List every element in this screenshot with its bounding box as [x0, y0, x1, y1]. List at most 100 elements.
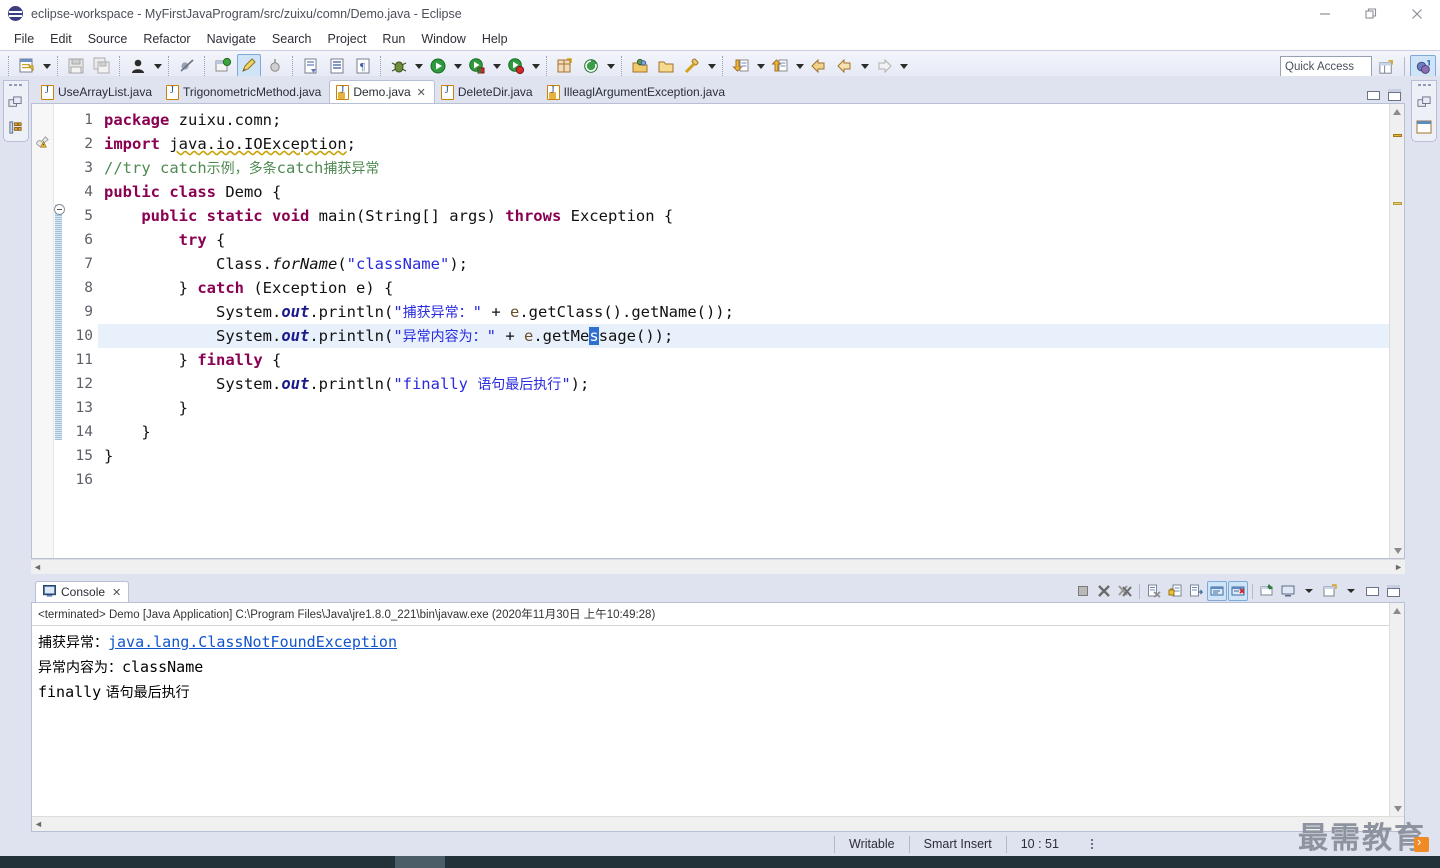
clear-console-icon[interactable]: [1144, 581, 1164, 601]
terminate-icon[interactable]: [1073, 581, 1093, 601]
highlight-icon[interactable]: [237, 54, 261, 78]
minimize-icon[interactable]: [1362, 581, 1382, 601]
console-line-2[interactable]: 异常内容为：className: [38, 655, 1404, 680]
console-horizontal-scrollbar[interactable]: ◄: [32, 816, 1404, 831]
new-wizard-icon[interactable]: [15, 54, 39, 78]
user-icon[interactable]: [126, 54, 150, 78]
code-line-7[interactable]: Class.forName("className");: [98, 252, 1389, 276]
status-drag-handle[interactable]: [1090, 839, 1093, 849]
menu-navigate[interactable]: Navigate: [199, 30, 264, 48]
coverage-dropdown[interactable]: [529, 54, 542, 78]
open-perspective-icon[interactable]: [628, 54, 652, 78]
forward-icon[interactable]: [872, 54, 896, 78]
code-line-8[interactable]: } catch (Exception e) {: [98, 276, 1389, 300]
save-all-icon[interactable]: [90, 54, 114, 78]
code-line-12[interactable]: System.out.println("finally 语句最后执行");: [98, 372, 1389, 396]
run-dropdown[interactable]: [451, 54, 464, 78]
back-dropdown[interactable]: [858, 54, 871, 78]
close-icon[interactable]: ✕: [417, 86, 426, 99]
warning-marker-icon[interactable]: [35, 134, 50, 149]
editor-body[interactable]: 1 2 3 4 5 6 7 8 9 10 11 12 13 14 15 16 p…: [31, 103, 1405, 559]
remove-all-launches-icon[interactable]: [1115, 581, 1135, 601]
display-selected-console-dropdown[interactable]: [1299, 581, 1319, 601]
code-line-1[interactable]: package zuixu.comn;: [98, 108, 1389, 132]
back-icon[interactable]: [807, 54, 831, 78]
editor-marker-bar[interactable]: [32, 104, 54, 558]
console-line-1[interactable]: 捕获异常：java.lang.ClassNotFoundException: [38, 630, 1404, 655]
scroll-right-icon[interactable]: ►: [1394, 562, 1403, 572]
previous-annotation-icon[interactable]: [768, 54, 792, 78]
code-line-14[interactable]: }: [98, 420, 1389, 444]
minimize-icon[interactable]: [1302, 0, 1348, 28]
restore-view-icon[interactable]: [7, 94, 25, 112]
scroll-left-icon[interactable]: ◄: [33, 562, 42, 572]
new-class-icon[interactable]: [579, 54, 603, 78]
maximize-icon[interactable]: [1383, 581, 1403, 601]
editor-folding-strip[interactable]: [54, 104, 65, 558]
word-wrap-icon[interactable]: [1186, 581, 1206, 601]
new-java-package-icon[interactable]: [211, 54, 235, 78]
code-line-4[interactable]: public class Demo {: [98, 180, 1389, 204]
close-icon[interactable]: ✕: [112, 586, 121, 599]
package-explorer-icon[interactable]: [7, 118, 25, 136]
code-line-9[interactable]: System.out.println("捕获异常：" + e.getClass(…: [98, 300, 1389, 324]
run-external-icon[interactable]: [465, 54, 489, 78]
menu-source[interactable]: Source: [80, 30, 136, 48]
remove-launch-icon[interactable]: [1094, 581, 1114, 601]
editor-horizontal-scrollbar[interactable]: ◄ ►: [31, 559, 1405, 574]
paragraph-icon[interactable]: ¶: [351, 54, 375, 78]
menu-refactor[interactable]: Refactor: [135, 30, 198, 48]
scroll-up-icon[interactable]: [1390, 104, 1404, 119]
console-line-3[interactable]: finally 语句最后执行: [38, 680, 1404, 705]
code-line-13[interactable]: }: [98, 396, 1389, 420]
new-class-dropdown[interactable]: [604, 54, 617, 78]
code-line-3[interactable]: //try catch示例，多条catch捕获异常: [98, 156, 1389, 180]
open-task-icon[interactable]: [325, 54, 349, 78]
minimize-icon[interactable]: [1367, 90, 1380, 100]
code-line-5[interactable]: public static void main(String[] args) t…: [98, 204, 1389, 228]
show-console-on-error-icon[interactable]: [1228, 581, 1248, 601]
toggle-mark-icon[interactable]: [263, 54, 287, 78]
os-taskbar[interactable]: [0, 856, 1440, 868]
outline-view-icon[interactable]: [1415, 118, 1433, 136]
display-selected-console-icon[interactable]: [1278, 581, 1298, 601]
code-line-11[interactable]: } finally {: [98, 348, 1389, 372]
open-type-icon[interactable]: [299, 54, 323, 78]
forward-dropdown[interactable]: [897, 54, 910, 78]
code-line-15[interactable]: }: [98, 444, 1389, 468]
fold-collapse-icon[interactable]: [54, 204, 65, 215]
rail-drag-handle[interactable]: [9, 84, 22, 86]
menu-edit[interactable]: Edit: [42, 30, 80, 48]
code-line-6[interactable]: try {: [98, 228, 1389, 252]
run-icon[interactable]: [426, 54, 450, 78]
maximize-icon[interactable]: [1388, 89, 1401, 101]
open-console-icon[interactable]: [1320, 581, 1340, 601]
menu-window[interactable]: Window: [413, 30, 473, 48]
pin-console-icon[interactable]: [1257, 581, 1277, 601]
skip-breakpoints-icon[interactable]: [175, 54, 199, 78]
tab-console[interactable]: Console ✕: [35, 581, 130, 602]
debug-icon[interactable]: [387, 54, 411, 78]
restore-icon[interactable]: [1348, 0, 1394, 28]
code-line-2[interactable]: import java.io.IOException;: [98, 132, 1389, 156]
console-vertical-scrollbar[interactable]: [1389, 603, 1404, 816]
editor-tab-illeaglargumentexception[interactable]: IlleaglArgumentException.java: [541, 81, 733, 103]
console-body[interactable]: <terminated> Demo [Java Application] C:\…: [31, 602, 1405, 832]
search-icon[interactable]: [680, 54, 704, 78]
quick-access-input[interactable]: Quick Access: [1280, 56, 1372, 77]
menu-help[interactable]: Help: [474, 30, 516, 48]
user-dropdown[interactable]: [151, 54, 164, 78]
close-icon[interactable]: [1394, 0, 1440, 28]
search-dropdown[interactable]: [705, 54, 718, 78]
save-icon[interactable]: [64, 54, 88, 78]
menu-project[interactable]: Project: [320, 30, 375, 48]
next-annotation-dropdown[interactable]: [754, 54, 767, 78]
editor-code-area[interactable]: package zuixu.comn; import java.io.IOExc…: [98, 104, 1389, 558]
exception-link[interactable]: java.lang.ClassNotFoundException: [108, 633, 397, 651]
menu-file[interactable]: File: [6, 30, 42, 48]
coverage-icon[interactable]: [504, 54, 528, 78]
code-line-10[interactable]: System.out.println("异常内容为：" + e.getMessa…: [98, 324, 1389, 348]
debug-dropdown[interactable]: [412, 54, 425, 78]
previous-annotation-dropdown[interactable]: [793, 54, 806, 78]
open-console-dropdown[interactable]: [1341, 581, 1361, 601]
